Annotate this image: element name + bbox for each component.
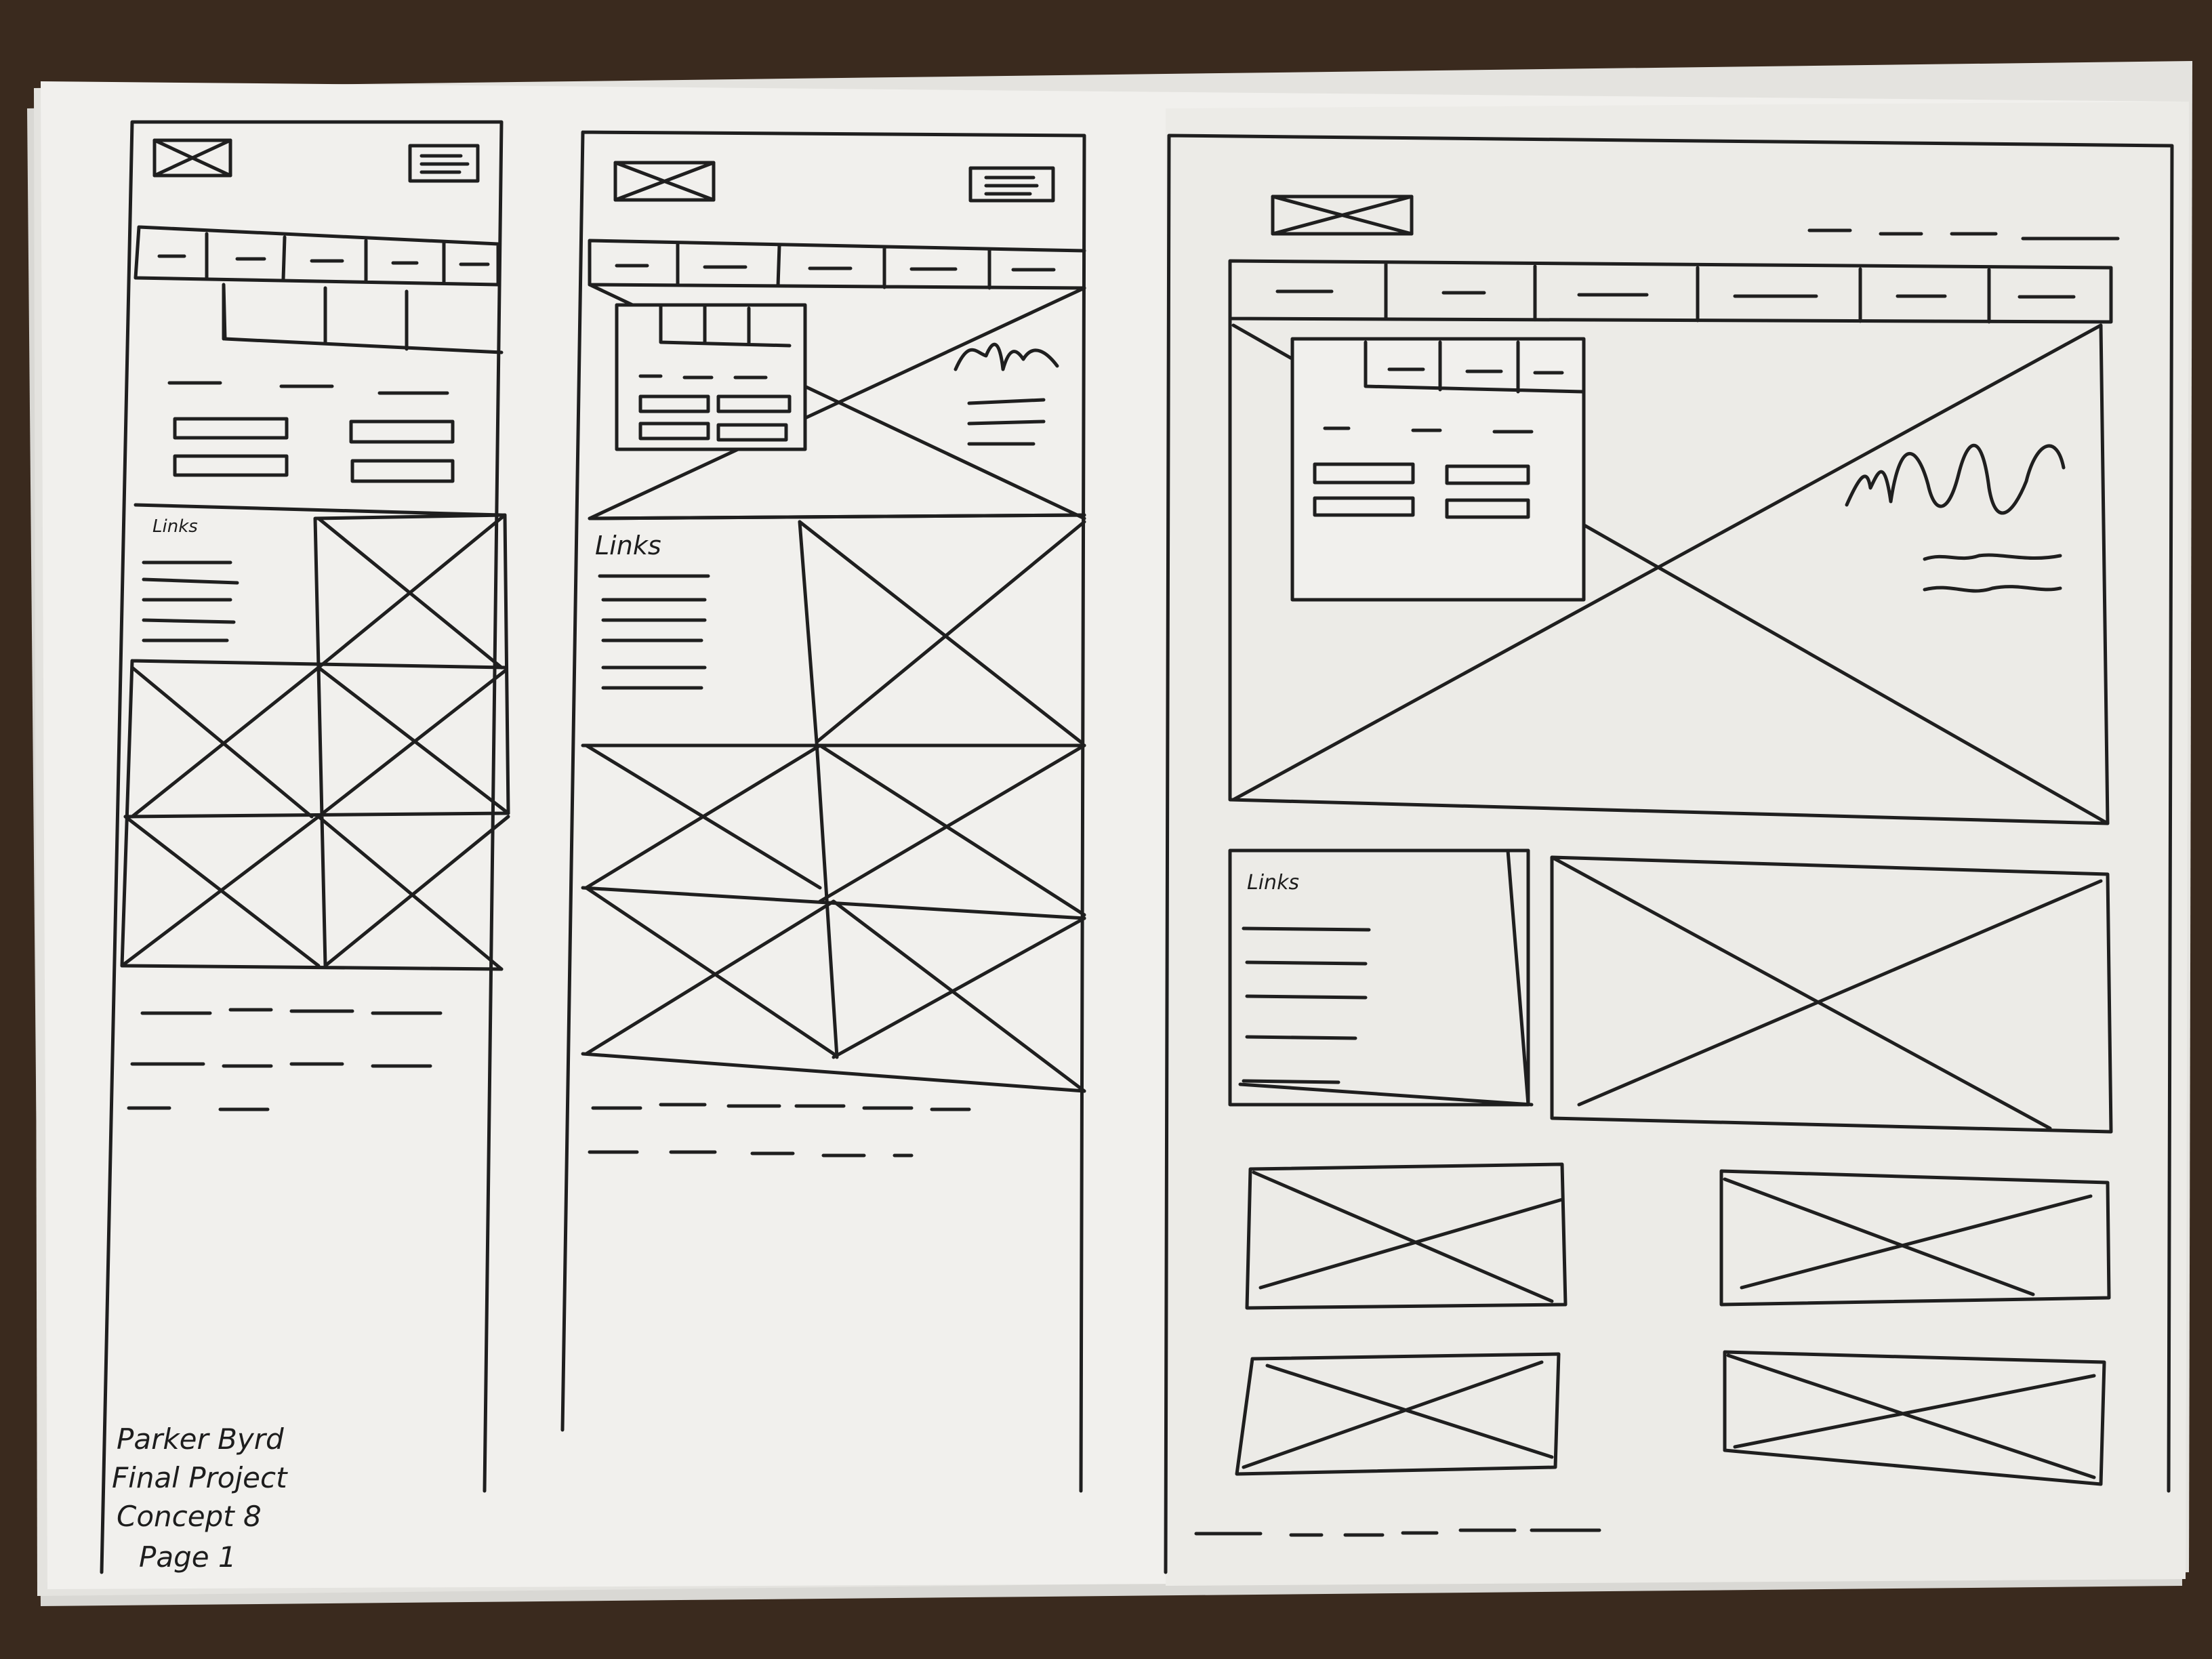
signature-project: Final Project (112, 1461, 288, 1494)
signature-page: Page 1 (139, 1540, 237, 1574)
tablet-links-label: Links (595, 531, 661, 560)
sketch-photo: Links Links Links Parker Byrd Final Proj… (0, 0, 2212, 1659)
desktop-overlay-card (1290, 337, 1586, 602)
mobile-links-label: Links (152, 516, 198, 537)
signature-concept: Concept 8 (117, 1500, 262, 1533)
paper-shadow (1166, 102, 2189, 1586)
signature-name: Parker Byrd (117, 1422, 284, 1456)
desktop-links-label: Links (1247, 871, 1299, 895)
